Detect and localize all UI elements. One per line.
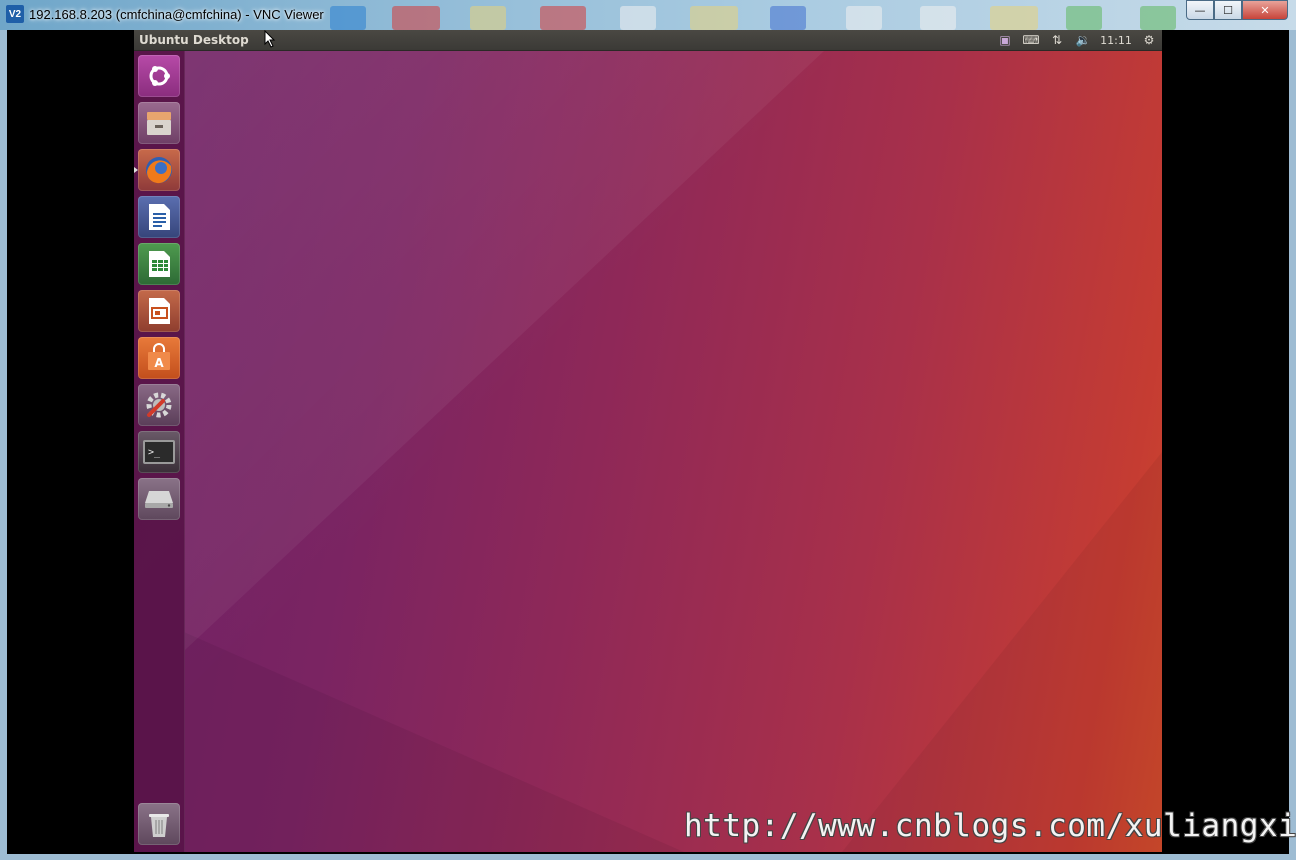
drive-icon (145, 491, 173, 508)
speaker-icon[interactable]: 🔉 (1070, 30, 1096, 50)
running-indicator (134, 167, 138, 173)
keyboard-icon[interactable]: ⌨ (1018, 30, 1044, 50)
wallpaper-facet (184, 51, 824, 651)
blurred-taskbar-icon (540, 6, 586, 30)
blurred-taskbar-icon (920, 6, 956, 30)
terminal-prompt: >_ (148, 446, 161, 458)
close-button[interactable]: ✕ (1242, 0, 1288, 20)
watermark-url: http://www.cnblogs.com/xuliangxing (684, 808, 1296, 844)
blurred-taskbar-icon (1066, 6, 1102, 30)
clock[interactable]: 11:11 (1096, 30, 1136, 50)
blurred-taskbar-icon (470, 6, 506, 30)
blurred-taskbar-icon (690, 6, 738, 30)
blurred-taskbar-icon (392, 6, 440, 30)
indicator-area: ▣ ⌨ ⇅ 🔉 11:11 ⚙ (992, 30, 1162, 50)
launcher-removable-drive[interactable] (138, 478, 180, 520)
blurred-taskbar-icon (770, 6, 806, 30)
mouse-cursor-icon (264, 30, 276, 48)
monitor-icon[interactable]: ▣ (992, 30, 1018, 50)
file-cabinet-icon (147, 112, 171, 135)
terminal-icon: >_ (143, 440, 175, 464)
desktop-background[interactable] (134, 51, 1162, 852)
minimize-button[interactable]: — (1186, 0, 1214, 20)
calc-spreadsheet-icon (149, 251, 170, 277)
maximize-button[interactable]: ☐ (1214, 0, 1242, 20)
settings-wrench-icon (146, 392, 172, 418)
launcher-trash[interactable] (138, 803, 180, 845)
wallpaper-facet (184, 632, 684, 852)
trash-icon (149, 814, 169, 837)
vnc-viewer-logo-icon[interactable]: V2 (6, 5, 24, 23)
launcher-libreoffice-writer[interactable] (138, 196, 180, 238)
ubuntu-logo-icon (149, 66, 170, 86)
blurred-taskbar-icon (846, 6, 882, 30)
unity-launcher: A >_ (134, 51, 185, 852)
launcher-ubuntu-software[interactable]: A (138, 337, 180, 379)
launcher-system-settings[interactable] (138, 384, 180, 426)
wallpaper-facet (842, 452, 1162, 852)
window-frame-right[interactable] (1289, 30, 1296, 860)
window-frame-left[interactable] (0, 30, 7, 860)
network-updown-icon[interactable]: ⇅ (1044, 30, 1070, 50)
launcher-terminal[interactable]: >_ (138, 431, 180, 473)
launcher-dash-home[interactable] (138, 55, 180, 97)
ubuntu-top-panel: Ubuntu Desktop ▣ ⌨ ⇅ 🔉 11:11 ⚙ (134, 30, 1162, 51)
impress-presentation-icon (149, 298, 170, 324)
firefox-icon (146, 157, 172, 184)
ubuntu-desktop-session: Ubuntu Desktop ▣ ⌨ ⇅ 🔉 11:11 ⚙ A >_ (134, 30, 1162, 852)
svg-text:A: A (154, 356, 164, 370)
launcher-firefox[interactable] (134, 149, 180, 191)
blurred-taskbar-icon (990, 6, 1038, 30)
vnc-window-titlebar[interactable]: V2 192.168.8.203 (cmfchina@cmfchina) - V… (0, 0, 1296, 30)
launcher-libreoffice-impress[interactable] (138, 290, 180, 332)
writer-document-icon (149, 204, 170, 230)
window-frame-bottom[interactable] (0, 854, 1296, 860)
launcher-files[interactable] (138, 102, 180, 144)
blurred-taskbar-icon (330, 6, 366, 30)
launcher-libreoffice-calc[interactable] (138, 243, 180, 285)
window-title-group: V2 192.168.8.203 (cmfchina@cmfchina) - V… (6, 5, 324, 23)
window-title: 192.168.8.203 (cmfchina@cmfchina) - VNC … (29, 6, 324, 22)
software-bag-icon: A (148, 343, 170, 370)
panel-title: Ubuntu Desktop (139, 33, 249, 47)
blurred-taskbar-icon (1140, 6, 1176, 30)
window-controls: — ☐ ✕ (1186, 0, 1288, 20)
gear-icon[interactable]: ⚙ (1136, 30, 1162, 50)
blurred-taskbar-icon (620, 6, 656, 30)
